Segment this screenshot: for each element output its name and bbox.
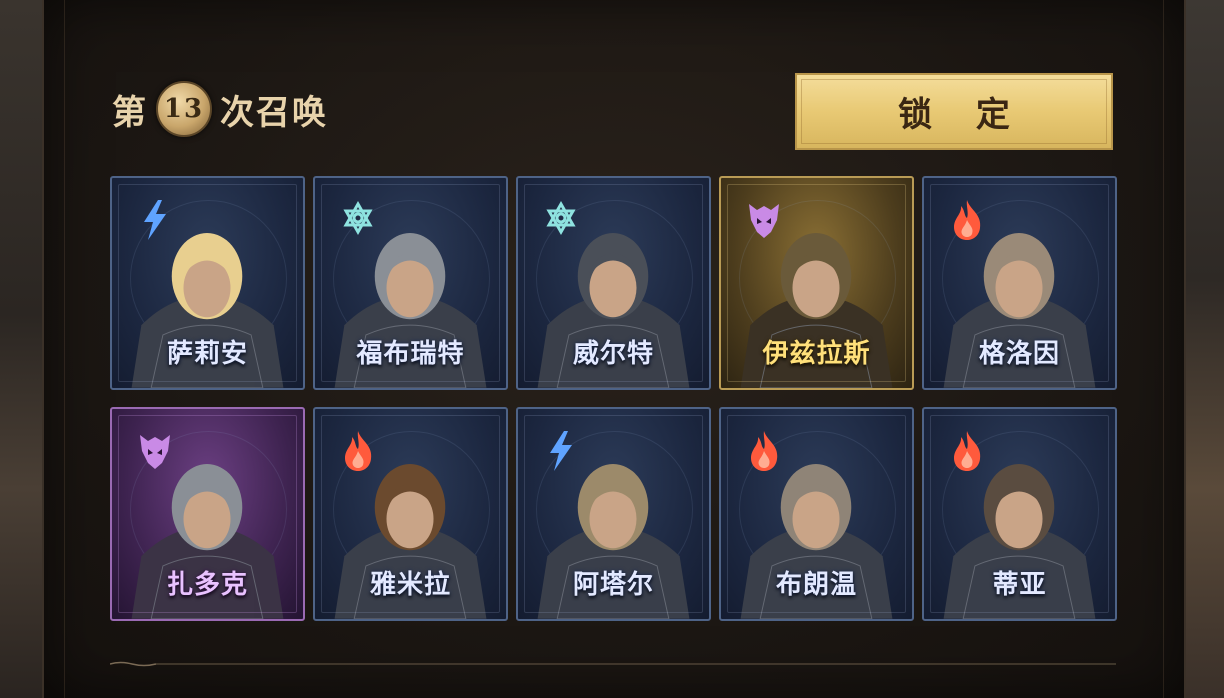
round-number-badge: 13	[156, 81, 212, 137]
hero-card[interactable]: 格洛因	[922, 176, 1117, 390]
hero-name: 福布瑞特	[356, 339, 465, 369]
hero-card[interactable]: 威尔特	[516, 176, 711, 390]
dark-icon	[140, 435, 170, 469]
hero-name: 阿塔尔	[572, 570, 654, 600]
hero-name: 萨莉安	[166, 339, 248, 369]
hero-name: 布朗温	[775, 570, 857, 600]
hero-name: 伊兹拉斯	[762, 339, 871, 369]
fire-icon	[751, 431, 778, 471]
hero-card[interactable]: 雅米拉	[313, 407, 508, 621]
frost-icon	[343, 200, 373, 236]
hero-name: 蒂亚	[992, 570, 1047, 600]
hero-name: 格洛因	[978, 339, 1060, 369]
lightning-icon	[550, 431, 572, 471]
fire-icon	[954, 200, 981, 240]
lock-button[interactable]: 锁 定	[795, 73, 1113, 150]
background-right	[1180, 0, 1224, 698]
frost-icon	[546, 200, 576, 236]
summon-title-suffix: 次召唤	[220, 92, 328, 133]
hero-name: 扎多克	[166, 570, 248, 600]
background-left	[0, 0, 46, 698]
dark-icon	[749, 204, 779, 238]
hero-card[interactable]: 福布瑞特	[313, 176, 508, 390]
hero-card[interactable]: 布朗温	[719, 407, 914, 621]
bottom-divider	[110, 661, 1116, 667]
hero-name: 雅米拉	[369, 570, 451, 600]
fire-icon	[345, 431, 372, 471]
hero-card[interactable]: 伊兹拉斯	[719, 176, 914, 390]
hero-card[interactable]: 蒂亚	[922, 407, 1117, 621]
hero-card[interactable]: 萨莉安	[110, 176, 305, 390]
summon-round-title: 第 13 次召唤	[112, 81, 328, 137]
lightning-icon	[144, 200, 166, 240]
hero-card[interactable]: 阿塔尔	[516, 407, 711, 621]
lock-button-label: 锁 定	[898, 95, 1026, 135]
fire-icon	[954, 431, 981, 471]
hero-name: 威尔特	[572, 339, 654, 369]
hero-card[interactable]: 扎多克	[110, 407, 305, 621]
summon-title-prefix: 第	[112, 92, 148, 133]
